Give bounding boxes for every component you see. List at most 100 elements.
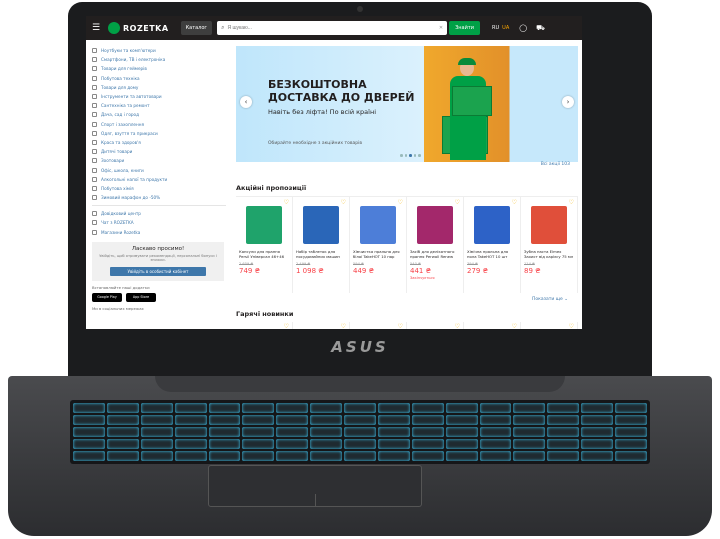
product-image[interactable] <box>360 206 396 244</box>
old-price: 394 ₴ <box>467 262 478 266</box>
sidebar-item[interactable]: Товари для дому <box>92 83 232 92</box>
heart-icon[interactable]: ♡ <box>512 323 517 329</box>
sidebar-item[interactable]: Побутова техніка <box>92 74 232 83</box>
keyboard-key <box>445 439 478 449</box>
product-price: 279 ₴ <box>467 267 489 275</box>
product-card[interactable]: ♡ <box>350 322 407 329</box>
keyboard-key <box>445 415 478 425</box>
keyboard-key <box>174 427 207 437</box>
sidebar-item[interactable]: Смартфони, ТВ і електроніка <box>92 55 232 64</box>
sidebar-item[interactable]: Сантехніка та ремонт <box>92 101 232 110</box>
user-icon[interactable]: ◯ <box>519 24 527 33</box>
product-card[interactable]: ♡ Засіб для делікатного прання Perwoll Re… <box>407 197 464 293</box>
keyboard-key <box>242 415 275 425</box>
product-card[interactable]: ♡ <box>521 322 578 329</box>
product-name[interactable]: Хімічна пральна для пола TakeHOT 10 шт <box>467 250 517 259</box>
sidebar-item-label: Краса та здоров'я <box>101 139 141 145</box>
product-name[interactable]: Капсули для прання Persil Універсал 46+4… <box>239 250 289 259</box>
divider <box>92 205 226 207</box>
menu-icon[interactable]: ☰ <box>92 23 102 33</box>
sidebar-item[interactable]: Алкогольні напої та продукти <box>92 175 232 184</box>
sidebar-item[interactable]: Спорт і захоплення <box>92 120 232 129</box>
heart-icon[interactable]: ♡ <box>284 199 289 206</box>
prev-arrow-icon[interactable]: ‹ <box>240 96 252 108</box>
product-name[interactable]: Хімчистка пральна для білої TakeHOT 10 п… <box>353 250 403 259</box>
heart-icon[interactable]: ♡ <box>569 323 574 329</box>
product-card[interactable]: ♡ Хімічна пральна для пола TakeHOT 10 шт 3… <box>464 197 521 293</box>
promo-banner[interactable]: БЕЗКОШТОВНА ДОСТАВКА ДО ДВЕРЕЙ Навіть бе… <box>236 46 578 162</box>
heart-icon[interactable]: ♡ <box>512 199 517 206</box>
product-card[interactable]: ♡ <box>293 322 350 329</box>
next-arrow-icon[interactable]: › <box>562 96 574 108</box>
product-card[interactable]: ♡ <box>464 322 521 329</box>
product-name[interactable]: Засіб для делікатного прання Perwoll Ren… <box>410 250 460 259</box>
heart-icon[interactable]: ♡ <box>455 199 460 206</box>
banner-headline-2: ДОСТАВКА ДО ДВЕРЕЙ <box>268 91 415 104</box>
heart-icon[interactable]: ♡ <box>569 199 574 206</box>
product-card[interactable]: ♡ Набір таблеток для посудомийних машин 2 … <box>293 197 350 293</box>
sidebar-item[interactable]: Краса та здоров'я <box>92 138 232 147</box>
category-icon <box>92 176 97 182</box>
product-card[interactable]: ♡ <box>407 322 464 329</box>
sidebar-extra-label: Магазини Rozetka <box>101 229 141 235</box>
product-image[interactable] <box>246 206 282 244</box>
product-image[interactable] <box>474 206 510 244</box>
apps-title: Встановлюйте наші додатки <box>92 284 150 290</box>
keyboard-key <box>276 427 309 437</box>
sidebar-extra-item[interactable]: Магазини Rozetka <box>92 228 232 237</box>
login-button[interactable]: Увійдіть в особистий кабінет <box>110 266 206 276</box>
cart-icon[interactable]: ⛟ <box>536 24 545 33</box>
app-store-badge[interactable]: App Store <box>126 292 156 302</box>
product-card[interactable]: ♡ Хімчистка пральна для білої TakeHOT 10 … <box>350 197 407 293</box>
product-image[interactable] <box>417 206 453 244</box>
google-play-badge[interactable]: Google Play <box>92 292 122 302</box>
lang-ua[interactable]: UA <box>502 25 509 31</box>
product-card[interactable]: ♡ Капсули для прання Persil Універсал 46+… <box>236 197 293 293</box>
sidebar-item[interactable]: Дитячі товари <box>92 147 232 156</box>
sidebar-item[interactable]: Ноутбуки та комп'ютери <box>92 46 232 55</box>
heart-icon[interactable]: ♡ <box>341 323 346 329</box>
sidebar-item-label: Сантехніка та ремонт <box>101 103 150 109</box>
search-input[interactable] <box>227 23 418 33</box>
sidebar-extra-item[interactable]: Довідковий центр <box>92 209 232 218</box>
product-image[interactable] <box>531 206 567 244</box>
sidebar-item[interactable]: Товари для геймерів <box>92 64 232 73</box>
heart-icon[interactable]: ♡ <box>398 199 403 206</box>
keyboard-key <box>106 415 139 425</box>
sidebar-extra-item[interactable]: Чат з ROZETKA <box>92 218 232 227</box>
sidebar-extra-label: Чат з ROZETKA <box>101 220 134 226</box>
all-promos-link[interactable]: Всі акції 103 <box>541 162 570 167</box>
asus-logo: ASUS <box>331 338 389 356</box>
keyboard-key <box>140 451 173 461</box>
search-button[interactable]: Знайти <box>449 21 481 35</box>
show-more-link[interactable]: Показати ще ⌄ <box>236 297 578 302</box>
sidebar-item-label: Побутова хімія <box>101 185 134 191</box>
heart-icon[interactable]: ♡ <box>284 323 289 329</box>
carousel-dots[interactable] <box>400 154 421 157</box>
catalog-button[interactable]: Каталог <box>180 21 213 35</box>
brand-logo[interactable]: ROZETKA <box>108 22 169 34</box>
product-image[interactable] <box>303 206 339 244</box>
language-switch[interactable]: RU UA <box>492 25 509 31</box>
sidebar-item[interactable]: Побутова хімія <box>92 184 232 193</box>
sidebar-item[interactable]: Інструменти та автотовари <box>92 92 232 101</box>
heart-icon[interactable]: ♡ <box>455 323 460 329</box>
banner-footnote: Обирайте необхідне з акційних товарів <box>268 141 363 146</box>
product-name[interactable]: Зубна паста Elmex Захист від карієсу 75 … <box>524 250 574 259</box>
heart-icon[interactable]: ♡ <box>341 199 346 206</box>
product-card[interactable]: ♡ Зубна паста Elmex Захист від карієсу 75… <box>521 197 578 293</box>
category-icon <box>92 167 97 173</box>
product-card[interactable]: ♡ <box>236 322 293 329</box>
lang-ru[interactable]: RU <box>492 25 499 31</box>
keyboard-key <box>411 439 444 449</box>
sidebar-item[interactable]: Дача, сад і город <box>92 110 232 119</box>
heart-icon[interactable]: ♡ <box>398 323 403 329</box>
sidebar-item[interactable]: Одяг, взуття та прикраси <box>92 129 232 138</box>
product-name[interactable]: Набір таблеток для посудомийних машин <box>296 250 346 259</box>
sidebar-item[interactable]: Зимовий марафон до -50% <box>92 193 232 202</box>
sidebar-item[interactable]: Офіс, школа, книги <box>92 165 232 174</box>
keyboard-key <box>174 439 207 449</box>
keyboard-key <box>174 415 207 425</box>
clear-icon[interactable]: ✕ <box>439 25 443 31</box>
sidebar-item[interactable]: Зоотовари <box>92 156 232 165</box>
